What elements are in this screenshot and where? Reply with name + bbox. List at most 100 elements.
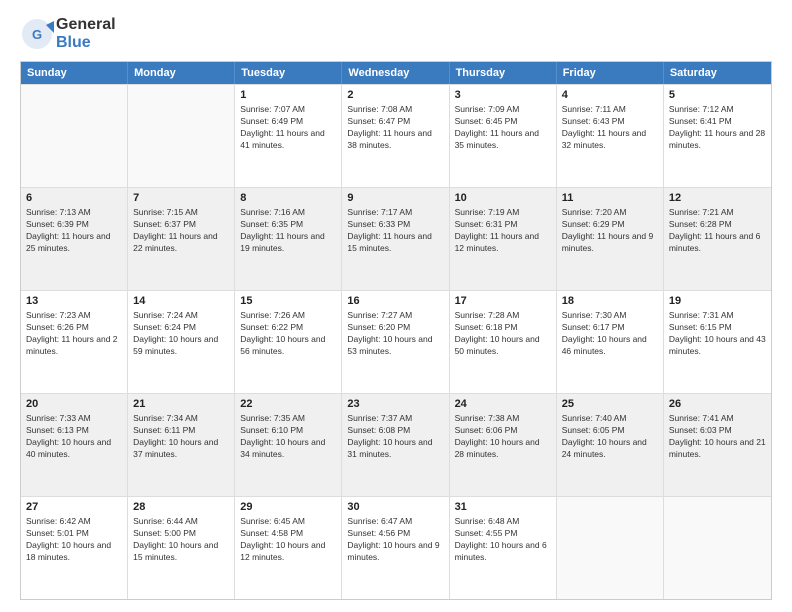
- calendar-cell: 10Sunrise: 7:19 AMSunset: 6:31 PMDayligh…: [450, 188, 557, 290]
- calendar-cell: 26Sunrise: 7:41 AMSunset: 6:03 PMDayligh…: [664, 394, 771, 496]
- day-number: 8: [240, 191, 336, 206]
- calendar-cell: 27Sunrise: 6:42 AMSunset: 5:01 PMDayligh…: [21, 497, 128, 599]
- calendar-cell: 5Sunrise: 7:12 AMSunset: 6:41 PMDaylight…: [664, 85, 771, 187]
- weekday-header-sunday: Sunday: [21, 62, 128, 84]
- day-number: 24: [455, 397, 551, 412]
- calendar-cell: 25Sunrise: 7:40 AMSunset: 6:05 PMDayligh…: [557, 394, 664, 496]
- calendar-cell: 8Sunrise: 7:16 AMSunset: 6:35 PMDaylight…: [235, 188, 342, 290]
- day-info: Sunrise: 7:24 AMSunset: 6:24 PMDaylight:…: [133, 310, 229, 358]
- day-number: 1: [240, 88, 336, 103]
- calendar-cell: 4Sunrise: 7:11 AMSunset: 6:43 PMDaylight…: [557, 85, 664, 187]
- calendar-cell: 16Sunrise: 7:27 AMSunset: 6:20 PMDayligh…: [342, 291, 449, 393]
- calendar-cell: 2Sunrise: 7:08 AMSunset: 6:47 PMDaylight…: [342, 85, 449, 187]
- day-info: Sunrise: 7:28 AMSunset: 6:18 PMDaylight:…: [455, 310, 551, 358]
- day-number: 14: [133, 294, 229, 309]
- day-info: Sunrise: 7:34 AMSunset: 6:11 PMDaylight:…: [133, 413, 229, 461]
- day-info: Sunrise: 7:19 AMSunset: 6:31 PMDaylight:…: [455, 207, 551, 255]
- calendar-cell: 3Sunrise: 7:09 AMSunset: 6:45 PMDaylight…: [450, 85, 557, 187]
- calendar-cell: 31Sunrise: 6:48 AMSunset: 4:55 PMDayligh…: [450, 497, 557, 599]
- calendar-cell: 30Sunrise: 6:47 AMSunset: 4:56 PMDayligh…: [342, 497, 449, 599]
- weekday-header-wednesday: Wednesday: [342, 62, 449, 84]
- day-info: Sunrise: 7:16 AMSunset: 6:35 PMDaylight:…: [240, 207, 336, 255]
- day-info: Sunrise: 7:33 AMSunset: 6:13 PMDaylight:…: [26, 413, 122, 461]
- day-number: 22: [240, 397, 336, 412]
- header: G General Blue: [20, 16, 772, 51]
- day-number: 17: [455, 294, 551, 309]
- calendar-cell: [21, 85, 128, 187]
- day-number: 7: [133, 191, 229, 206]
- weekday-header-tuesday: Tuesday: [235, 62, 342, 84]
- calendar-cell: 22Sunrise: 7:35 AMSunset: 6:10 PMDayligh…: [235, 394, 342, 496]
- day-number: 5: [669, 88, 766, 103]
- day-number: 21: [133, 397, 229, 412]
- day-info: Sunrise: 7:07 AMSunset: 6:49 PMDaylight:…: [240, 104, 336, 152]
- day-info: Sunrise: 7:26 AMSunset: 6:22 PMDaylight:…: [240, 310, 336, 358]
- day-number: 19: [669, 294, 766, 309]
- day-info: Sunrise: 7:21 AMSunset: 6:28 PMDaylight:…: [669, 207, 766, 255]
- day-number: 2: [347, 88, 443, 103]
- weekday-header-friday: Friday: [557, 62, 664, 84]
- calendar-cell: 20Sunrise: 7:33 AMSunset: 6:13 PMDayligh…: [21, 394, 128, 496]
- calendar-cell: 12Sunrise: 7:21 AMSunset: 6:28 PMDayligh…: [664, 188, 771, 290]
- calendar-cell: 11Sunrise: 7:20 AMSunset: 6:29 PMDayligh…: [557, 188, 664, 290]
- day-number: 9: [347, 191, 443, 206]
- day-number: 29: [240, 500, 336, 515]
- day-info: Sunrise: 6:45 AMSunset: 4:58 PMDaylight:…: [240, 516, 336, 564]
- calendar-cell: [557, 497, 664, 599]
- day-info: Sunrise: 7:09 AMSunset: 6:45 PMDaylight:…: [455, 104, 551, 152]
- calendar-cell: 7Sunrise: 7:15 AMSunset: 6:37 PMDaylight…: [128, 188, 235, 290]
- calendar: SundayMondayTuesdayWednesdayThursdayFrid…: [20, 61, 772, 600]
- day-number: 20: [26, 397, 122, 412]
- calendar-cell: 23Sunrise: 7:37 AMSunset: 6:08 PMDayligh…: [342, 394, 449, 496]
- day-number: 13: [26, 294, 122, 309]
- calendar-cell: 15Sunrise: 7:26 AMSunset: 6:22 PMDayligh…: [235, 291, 342, 393]
- calendar-cell: 14Sunrise: 7:24 AMSunset: 6:24 PMDayligh…: [128, 291, 235, 393]
- day-info: Sunrise: 7:13 AMSunset: 6:39 PMDaylight:…: [26, 207, 122, 255]
- calendar-row: 1Sunrise: 7:07 AMSunset: 6:49 PMDaylight…: [21, 84, 771, 187]
- day-info: Sunrise: 7:40 AMSunset: 6:05 PMDaylight:…: [562, 413, 658, 461]
- calendar-row: 27Sunrise: 6:42 AMSunset: 5:01 PMDayligh…: [21, 496, 771, 599]
- day-info: Sunrise: 7:20 AMSunset: 6:29 PMDaylight:…: [562, 207, 658, 255]
- day-info: Sunrise: 6:42 AMSunset: 5:01 PMDaylight:…: [26, 516, 122, 564]
- weekday-header-saturday: Saturday: [664, 62, 771, 84]
- day-info: Sunrise: 7:17 AMSunset: 6:33 PMDaylight:…: [347, 207, 443, 255]
- weekday-header-thursday: Thursday: [450, 62, 557, 84]
- day-number: 23: [347, 397, 443, 412]
- day-number: 28: [133, 500, 229, 515]
- logo-blue: Blue: [56, 34, 91, 51]
- day-number: 30: [347, 500, 443, 515]
- logo-general: General: [56, 16, 116, 33]
- day-number: 18: [562, 294, 658, 309]
- day-number: 31: [455, 500, 551, 515]
- day-info: Sunrise: 7:15 AMSunset: 6:37 PMDaylight:…: [133, 207, 229, 255]
- svg-text:G: G: [32, 27, 42, 42]
- day-info: Sunrise: 7:11 AMSunset: 6:43 PMDaylight:…: [562, 104, 658, 152]
- day-info: Sunrise: 7:31 AMSunset: 6:15 PMDaylight:…: [669, 310, 766, 358]
- calendar-cell: 17Sunrise: 7:28 AMSunset: 6:18 PMDayligh…: [450, 291, 557, 393]
- day-number: 12: [669, 191, 766, 206]
- day-info: Sunrise: 6:47 AMSunset: 4:56 PMDaylight:…: [347, 516, 443, 564]
- calendar-cell: 13Sunrise: 7:23 AMSunset: 6:26 PMDayligh…: [21, 291, 128, 393]
- day-info: Sunrise: 7:12 AMSunset: 6:41 PMDaylight:…: [669, 104, 766, 152]
- calendar-cell: 21Sunrise: 7:34 AMSunset: 6:11 PMDayligh…: [128, 394, 235, 496]
- logo-icon: G: [20, 17, 54, 51]
- day-info: Sunrise: 7:38 AMSunset: 6:06 PMDaylight:…: [455, 413, 551, 461]
- day-number: 26: [669, 397, 766, 412]
- day-number: 11: [562, 191, 658, 206]
- calendar-cell: 6Sunrise: 7:13 AMSunset: 6:39 PMDaylight…: [21, 188, 128, 290]
- calendar-cell: 1Sunrise: 7:07 AMSunset: 6:49 PMDaylight…: [235, 85, 342, 187]
- calendar-cell: 24Sunrise: 7:38 AMSunset: 6:06 PMDayligh…: [450, 394, 557, 496]
- calendar-header: SundayMondayTuesdayWednesdayThursdayFrid…: [21, 62, 771, 84]
- day-number: 27: [26, 500, 122, 515]
- calendar-cell: 9Sunrise: 7:17 AMSunset: 6:33 PMDaylight…: [342, 188, 449, 290]
- calendar-row: 6Sunrise: 7:13 AMSunset: 6:39 PMDaylight…: [21, 187, 771, 290]
- day-info: Sunrise: 7:37 AMSunset: 6:08 PMDaylight:…: [347, 413, 443, 461]
- day-number: 16: [347, 294, 443, 309]
- calendar-cell: 19Sunrise: 7:31 AMSunset: 6:15 PMDayligh…: [664, 291, 771, 393]
- calendar-cell: [128, 85, 235, 187]
- day-number: 15: [240, 294, 336, 309]
- day-info: Sunrise: 7:08 AMSunset: 6:47 PMDaylight:…: [347, 104, 443, 152]
- day-number: 3: [455, 88, 551, 103]
- page: G General Blue SundayMondayTuesdayWednes…: [0, 0, 792, 612]
- logo: G General Blue: [20, 16, 116, 51]
